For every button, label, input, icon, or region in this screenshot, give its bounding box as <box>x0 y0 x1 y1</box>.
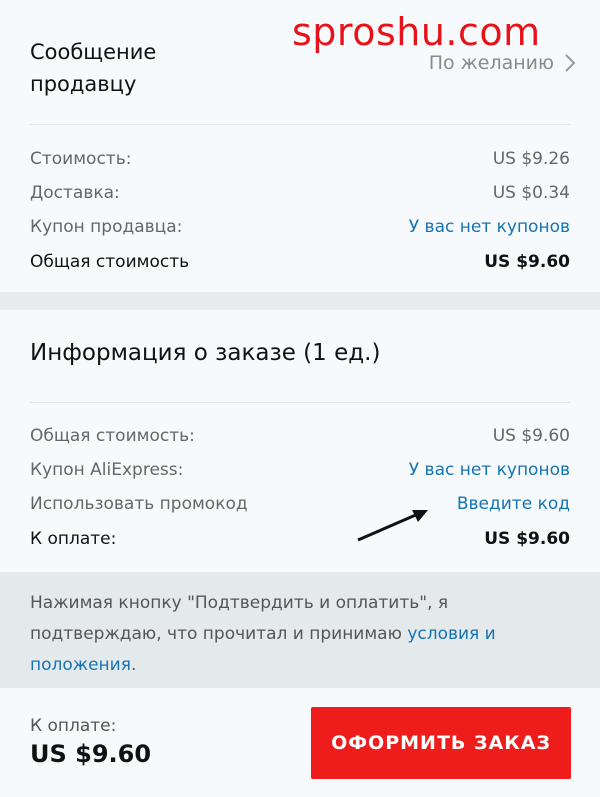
bottom-pay-amount: US $9.60 <box>30 740 152 768</box>
to-pay-row: К оплате: US $9.60 <box>30 526 570 552</box>
bottom-pay-label: К оплате: <box>30 716 117 736</box>
shipping-value: US $0.34 <box>492 183 570 203</box>
place-order-button[interactable]: ОФОРМИТЬ ЗАКАЗ <box>311 707 571 779</box>
seller-message-value: По желанию <box>428 52 554 74</box>
promo-code-label: Использовать промокод <box>30 494 248 514</box>
aliexpress-coupon-label: Купон AliExpress: <box>30 460 184 480</box>
to-pay-value: US $9.60 <box>484 529 570 549</box>
order-total-row: Общая стоимость: US $9.60 <box>30 423 570 449</box>
price-summary-card: Сообщение продавцу По желанию sproshu.co… <box>0 0 600 292</box>
seller-coupon-label: Купон продавца: <box>30 217 183 237</box>
order-info-title: Информация о заказе (1 ед.) <box>30 340 381 366</box>
total-label: Общая стоимость <box>30 252 190 272</box>
order-total-value: US $9.60 <box>492 426 570 446</box>
cost-value: US $9.26 <box>492 149 570 169</box>
agreement-end: . <box>130 655 137 675</box>
divider <box>30 402 570 403</box>
seller-message-field[interactable]: По желанию <box>429 52 576 74</box>
agreement-text: Нажимая кнопку "Подтвердить и оплатить",… <box>30 588 550 681</box>
to-pay-label: К оплате: <box>30 529 117 549</box>
promo-code-row: Использовать промокод Введите код <box>30 491 570 517</box>
arrow-annotation-icon <box>357 510 428 542</box>
enter-code-link[interactable]: Введите код <box>457 494 570 514</box>
seller-coupon-link[interactable]: У вас нет купонов <box>409 217 570 237</box>
aliexpress-coupon-row: Купон AliExpress: У вас нет купонов <box>30 457 570 483</box>
total-row: Общая стоимость US $9.60 <box>30 249 570 275</box>
cost-label: Стоимость: <box>30 149 132 169</box>
aliexpress-coupon-link[interactable]: У вас нет купонов <box>409 460 570 480</box>
chevron-right-icon <box>565 54 576 72</box>
checkout-page: Сообщение продавцу По желанию sproshu.co… <box>0 0 600 797</box>
watermark: sproshu.com <box>292 10 541 54</box>
agreement-body: Нажимая кнопку "Подтвердить и оплатить",… <box>30 593 449 644</box>
seller-message-label: Сообщение продавцу <box>30 40 157 96</box>
order-total-label: Общая стоимость: <box>30 426 195 446</box>
shipping-row: Доставка: US $0.34 <box>30 180 570 206</box>
section-gap <box>0 292 600 310</box>
total-value: US $9.60 <box>484 252 570 272</box>
shipping-label: Доставка: <box>30 183 120 203</box>
cost-row: Стоимость: US $9.26 <box>30 146 570 172</box>
seller-coupon-row: Купон продавца: У вас нет купонов <box>30 214 570 240</box>
divider <box>30 124 570 125</box>
